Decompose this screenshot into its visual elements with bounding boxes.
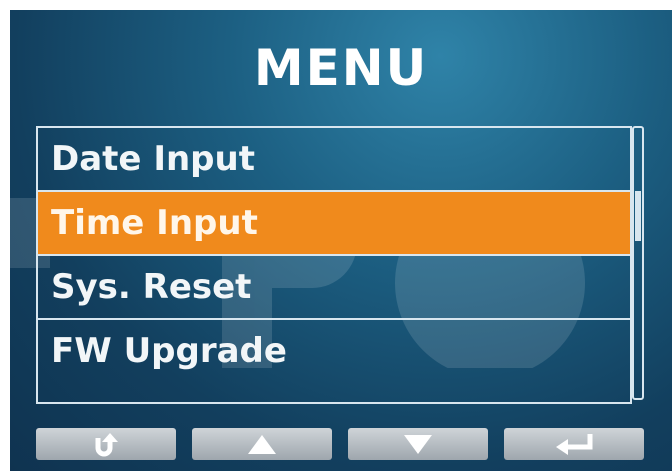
device-screen: MENU Date Input Time Input Sys. Reset FW… [10,10,672,471]
menu-item-date-input[interactable]: Date Input [38,128,630,192]
menu-title: MENU [253,39,429,97]
down-arrow-icon [404,435,432,454]
return-icon [95,433,118,457]
down-button[interactable] [348,428,488,460]
enter-icon [556,434,593,455]
up-arrow-icon [248,435,276,454]
menu-list: Date Input Time Input Sys. Reset FW Upgr… [36,126,632,404]
scrollbar-thumb[interactable] [635,191,641,241]
menu-item-label: Date Input [51,139,255,179]
enter-button[interactable] [504,428,644,460]
scrollbar[interactable] [632,126,644,400]
back-button[interactable] [36,428,176,460]
menu-item-time-input[interactable]: Time Input [38,192,630,256]
menu-item-sys-reset[interactable]: Sys. Reset [38,256,630,320]
menu-item-label: FW Upgrade [51,331,287,371]
menu-item-label: Time Input [51,203,258,243]
menu-item-fw-upgrade[interactable]: FW Upgrade [38,320,630,384]
up-button[interactable] [192,428,332,460]
menu-item-label: Sys. Reset [51,267,252,307]
